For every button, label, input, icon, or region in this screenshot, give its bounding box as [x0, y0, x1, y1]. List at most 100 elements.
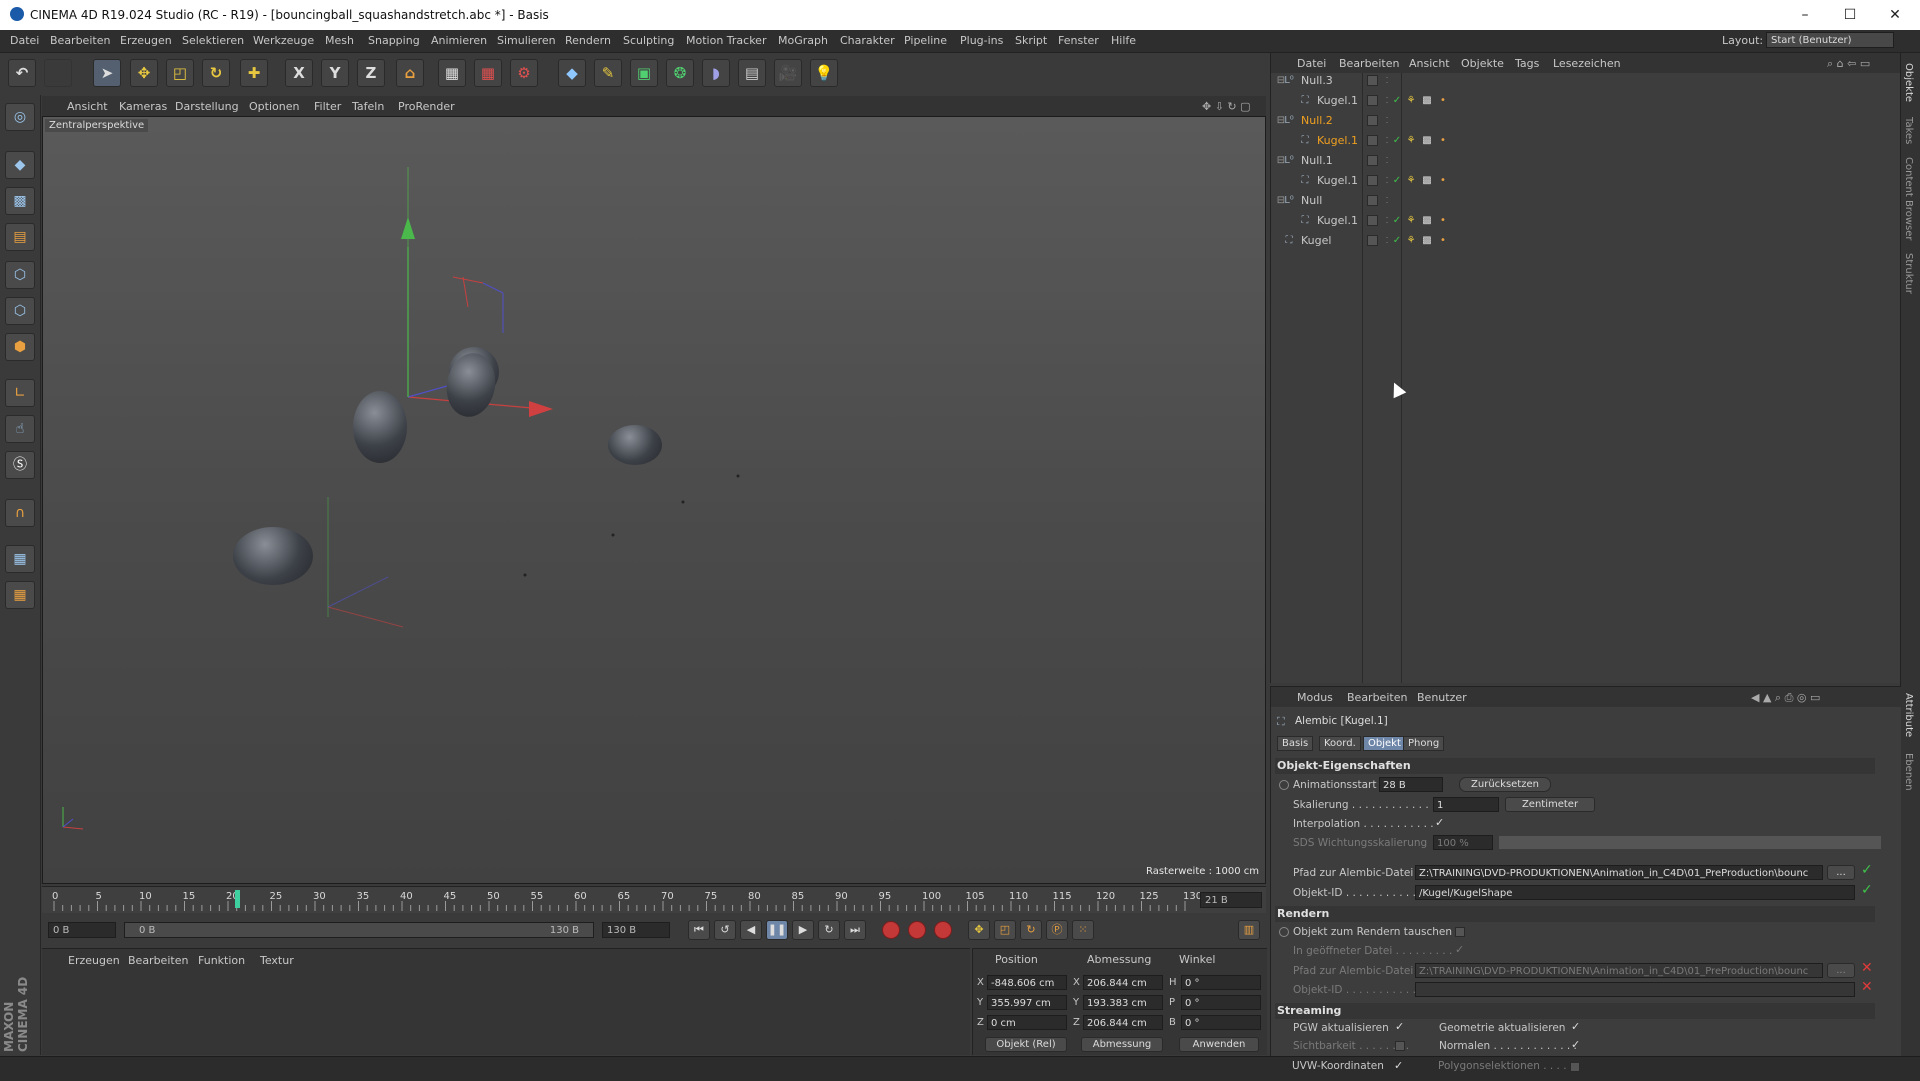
browse-path-button[interactable]: ...: [1827, 865, 1855, 880]
mat-menu-erzeugen[interactable]: Erzeugen: [68, 954, 120, 967]
visibility-dots-icon[interactable]: ⁚: [1381, 195, 1393, 207]
spline-pen-icon[interactable]: ✎: [594, 59, 622, 87]
object-row[interactable]: ⛶ Kugel.1 ⁚ ✓ ⚘ ▩ •: [1271, 211, 1901, 231]
om-menu-bearbeiten[interactable]: Bearbeiten: [1339, 57, 1399, 70]
layer-visibility-toggle[interactable]: [1367, 95, 1378, 106]
side-tab-objekte[interactable]: Objekte: [1903, 63, 1914, 102]
previous-frame-icon[interactable]: ◀: [740, 920, 762, 940]
alembic-tag-icon[interactable]: ⚘: [1405, 135, 1417, 147]
tweak-mode-icon[interactable]: ☝: [5, 415, 35, 443]
object-row[interactable]: ⊟ L⁰ Null.2 ⁚: [1271, 111, 1901, 131]
menu-charakter[interactable]: Charakter: [840, 34, 895, 47]
in-open-file-checkbox[interactable]: ✓: [1455, 943, 1464, 956]
pos-z-field[interactable]: 0 cm: [987, 1015, 1067, 1030]
go-to-end-icon[interactable]: ⏭: [844, 920, 866, 940]
visibility-dots-icon[interactable]: ⁚: [1381, 75, 1393, 87]
keyframe-selection-icon[interactable]: [934, 921, 952, 939]
next-frame-icon[interactable]: ▶: [792, 920, 814, 940]
size-y-field[interactable]: 193.383 cm: [1083, 995, 1163, 1010]
texture-tag-icon[interactable]: ▩: [1421, 135, 1433, 147]
swap-render-checkbox[interactable]: [1455, 927, 1465, 937]
locked-workplane-icon[interactable]: ▦: [5, 581, 35, 609]
layer-visibility-toggle[interactable]: [1367, 155, 1378, 166]
ball-mesh[interactable]: [233, 527, 313, 585]
render-picture-viewer-icon[interactable]: ▦: [474, 59, 502, 87]
select-tool-icon[interactable]: ➤: [93, 59, 121, 87]
alembic-tag-icon[interactable]: ⚘: [1405, 235, 1417, 247]
magnet-icon[interactable]: ∩: [5, 499, 35, 527]
enabled-check-icon[interactable]: ✓: [1391, 235, 1403, 247]
move-tool-icon[interactable]: ✥: [130, 59, 158, 87]
scale-tool-icon[interactable]: ◰: [166, 59, 194, 87]
menu-bearbeiten[interactable]: Bearbeiten: [50, 34, 110, 47]
om-menu-datei[interactable]: Datei: [1297, 57, 1326, 70]
tab-koord[interactable]: Koord.: [1319, 736, 1361, 751]
rot-p-field[interactable]: 0 °: [1181, 995, 1261, 1010]
coordinate-system-icon[interactable]: ⌂: [396, 59, 424, 87]
subdivision-surface-icon[interactable]: ▣: [630, 59, 658, 87]
camera-icon[interactable]: 🎥: [774, 59, 802, 87]
rotate-tool-icon[interactable]: ↻: [202, 59, 230, 87]
key-rotation-icon[interactable]: ↻: [1020, 920, 1042, 940]
vp-menu-darstellung[interactable]: Darstellung: [175, 100, 239, 113]
menu-animieren[interactable]: Animieren: [431, 34, 487, 47]
undo-icon[interactable]: ↶: [8, 59, 36, 87]
coordinate-mode-dropdown[interactable]: Objekt (Rel): [985, 1037, 1067, 1052]
am-nav-icon[interactable]: ◀ ▲ ⌕ ⎙ ◎ ▭: [1751, 691, 1820, 705]
object-name[interactable]: Null.2: [1301, 114, 1333, 127]
om-menu-objekte[interactable]: Objekte: [1461, 57, 1504, 70]
texture-tag-icon[interactable]: ▩: [1421, 235, 1433, 247]
enabled-check-icon[interactable]: ✓: [1391, 95, 1403, 107]
timeline-window-icon[interactable]: ▥: [1238, 920, 1260, 940]
grid-workplane-icon[interactable]: ▦: [5, 545, 35, 573]
rot-b-field[interactable]: 0 °: [1181, 1015, 1261, 1030]
model-mode-icon[interactable]: ◆: [5, 151, 35, 179]
layer-visibility-toggle[interactable]: [1367, 215, 1378, 226]
mograph-cloner-icon[interactable]: ❂: [666, 59, 694, 87]
enabled-check-icon[interactable]: ✓: [1391, 135, 1403, 147]
playhead[interactable]: [234, 890, 240, 908]
phong-tag-icon[interactable]: •: [1437, 95, 1449, 107]
object-row[interactable]: ⛶ Kugel.1 ⁚ ✓ ⚘ ▩ •: [1271, 171, 1901, 191]
side-tab-content-browser[interactable]: Content Browser: [1903, 157, 1914, 240]
anim-start-radio[interactable]: [1279, 780, 1289, 790]
object-row[interactable]: ⛶ Kugel ⁚ ✓ ⚘ ▩ •: [1271, 231, 1901, 251]
record-keys-icon[interactable]: [882, 921, 900, 939]
menu-snapping[interactable]: Snapping: [368, 34, 420, 47]
object-name[interactable]: Kugel.1: [1317, 94, 1358, 107]
last-tool-icon[interactable]: ✚: [240, 59, 268, 87]
om-menu-lesezeichen[interactable]: Lesezeichen: [1553, 57, 1621, 70]
object-name[interactable]: Kugel.1: [1317, 134, 1358, 147]
vp-menu-filter[interactable]: Filter: [314, 100, 341, 113]
vp-menu-optionen[interactable]: Optionen: [249, 100, 299, 113]
key-parameter-icon[interactable]: Ⓟ: [1046, 920, 1068, 940]
interpolation-checkbox[interactable]: ✓: [1435, 816, 1444, 829]
texture-tag-icon[interactable]: ▩: [1421, 215, 1433, 227]
menu-plug-ins[interactable]: Plug-ins: [960, 34, 1003, 47]
object-name[interactable]: Null: [1301, 194, 1322, 207]
om-menu-ansicht[interactable]: Ansicht: [1409, 57, 1450, 70]
pause-icon[interactable]: ❚❚: [766, 920, 788, 940]
visibility-dots-icon[interactable]: ⁚: [1381, 155, 1393, 167]
sds-slider[interactable]: [1499, 836, 1881, 849]
object-name[interactable]: Kugel: [1301, 234, 1331, 247]
side-tab-attribute[interactable]: Attribute: [1903, 693, 1914, 737]
phong-tag-icon[interactable]: •: [1437, 135, 1449, 147]
object-row[interactable]: ⊟ L⁰ Null.3 ⁚: [1271, 71, 1901, 91]
size-mode-dropdown[interactable]: Abmessung: [1081, 1037, 1163, 1052]
ball-mesh[interactable]: [353, 391, 407, 463]
menu-erzeugen[interactable]: Erzeugen: [120, 34, 172, 47]
next-key-icon[interactable]: ↻: [818, 920, 840, 940]
timeline-ruler[interactable]: 0 5 10 15 20 25 30 35 40 45 50 55 60 65 70 75 80 85 90 95 10…: [42, 886, 1266, 913]
layout-select[interactable]: Start (Benutzer): [1766, 32, 1894, 48]
go-to-start-icon[interactable]: ⏮: [688, 920, 710, 940]
menu-pipeline[interactable]: Pipeline: [904, 34, 947, 47]
layer-visibility-toggle[interactable]: [1367, 115, 1378, 126]
phong-tag-icon[interactable]: •: [1437, 215, 1449, 227]
object-id-field[interactable]: /Kugel/KugelShape: [1415, 885, 1855, 900]
key-position-icon[interactable]: ✥: [968, 920, 990, 940]
visibility-checkbox[interactable]: [1395, 1041, 1405, 1051]
menu-sculpting[interactable]: Sculpting: [623, 34, 674, 47]
pos-y-field[interactable]: 355.997 cm: [987, 995, 1067, 1010]
key-point-level-icon[interactable]: ⁙: [1072, 920, 1094, 940]
